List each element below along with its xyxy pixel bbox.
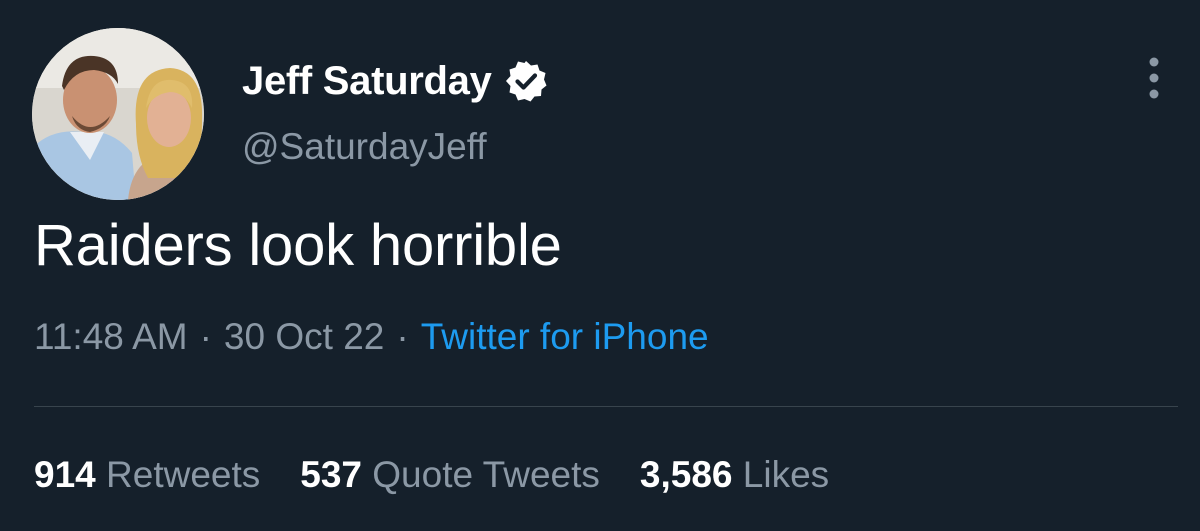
divider bbox=[34, 406, 1178, 407]
likes-label: Likes bbox=[742, 454, 830, 495]
quote-tweets-label: Quote Tweets bbox=[372, 454, 600, 495]
avatar-photo bbox=[32, 28, 204, 200]
retweets-count: 914 bbox=[34, 454, 96, 495]
tweet-meta: 11:48 AM · 30 Oct 22 · Twitter for iPhone bbox=[34, 316, 709, 358]
separator-dot: · bbox=[396, 316, 409, 357]
tweet-stats: 914 Retweets 537 Quote Tweets 3,586 Likes bbox=[34, 454, 869, 496]
separator-dot: · bbox=[199, 316, 212, 357]
retweets-stat[interactable]: 914 Retweets bbox=[34, 454, 260, 495]
quote-tweets-count: 537 bbox=[300, 454, 362, 495]
verified-badge-icon bbox=[504, 59, 548, 103]
likes-count: 3,586 bbox=[639, 454, 733, 495]
author-name-row[interactable]: Jeff Saturday bbox=[242, 56, 548, 106]
tweet-time[interactable]: 11:48 AM bbox=[34, 316, 188, 357]
author-display-name[interactable]: Jeff Saturday bbox=[242, 59, 492, 104]
more-options-icon[interactable] bbox=[1138, 56, 1170, 100]
quote-tweets-stat[interactable]: 537 Quote Tweets bbox=[300, 454, 600, 495]
author-avatar[interactable] bbox=[32, 28, 204, 200]
tweet-text: Raiders look horrible bbox=[34, 213, 562, 278]
tweet-date[interactable]: 30 Oct 22 bbox=[224, 316, 384, 357]
retweets-label: Retweets bbox=[106, 454, 261, 495]
author-handle[interactable]: @SaturdayJeff bbox=[242, 126, 487, 168]
likes-stat[interactable]: 3,586 Likes bbox=[640, 454, 829, 495]
tweet-source-link[interactable]: Twitter for iPhone bbox=[421, 316, 709, 357]
